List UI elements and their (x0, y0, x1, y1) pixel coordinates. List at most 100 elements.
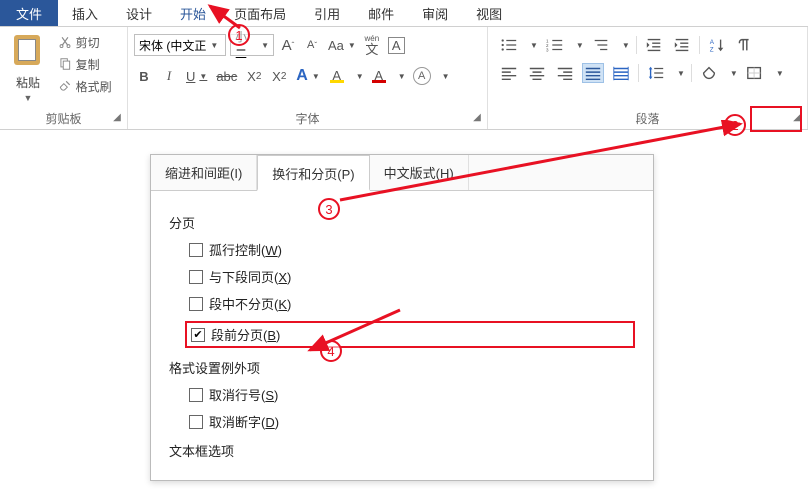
tab-home[interactable]: 开始 (166, 0, 220, 26)
copy-icon (58, 57, 72, 71)
align-center-button[interactable] (526, 63, 548, 83)
checkbox-icon (189, 388, 203, 402)
tab-file[interactable]: 文件 (0, 0, 58, 26)
font-name-value: 宋体 (中文正 (139, 37, 206, 54)
grow-font-button[interactable]: Aˆ (278, 34, 298, 56)
group-clipboard: 粘贴 ▼ 剪切 复制 格式刷 剪贴板 ◢ (0, 27, 128, 129)
suppress-line-numbers-checkbox[interactable]: 取消行号(S) (189, 385, 635, 404)
font-launcher-icon[interactable]: ◢ (470, 111, 484, 125)
paragraph-group-label: 段落 (488, 110, 807, 127)
paragraph-launcher-icon[interactable]: ◢ (790, 111, 804, 125)
highlight-dropdown-icon[interactable]: ▼ (356, 72, 364, 81)
char-border-button[interactable]: A (386, 34, 407, 56)
widow-control-checkbox[interactable]: 孤行控制(W) (189, 240, 635, 259)
ribbon-tabs: 文件 插入 设计 开始 页面布局 引用 邮件 审阅 视图 (0, 0, 808, 26)
page-break-before-label: 段前分页(B) (211, 325, 280, 344)
superscript-button[interactable]: X2 (269, 65, 289, 87)
line-spacing-button[interactable] (645, 63, 667, 83)
text-effects-button[interactable]: A▼ (294, 65, 321, 87)
checkbox-icon (189, 415, 203, 429)
decrease-indent-button[interactable] (643, 35, 665, 55)
tab-references[interactable]: 引用 (300, 0, 354, 26)
tab-review[interactable]: 审阅 (408, 0, 462, 26)
tab-insert[interactable]: 插入 (58, 0, 112, 26)
keep-next-label: 与下段同页(X) (209, 267, 291, 286)
multilevel-list-button[interactable] (590, 35, 612, 55)
shrink-font-button[interactable]: Aˇ (302, 34, 322, 56)
borders-button[interactable] (744, 63, 766, 83)
underline-button[interactable]: U▼ (184, 65, 209, 87)
svg-text:A: A (710, 39, 715, 46)
borders-dropdown-icon[interactable]: ▼ (776, 69, 784, 78)
font-size-combo[interactable]: 小二▼ (230, 34, 274, 56)
svg-text:3: 3 (546, 47, 549, 52)
phonetic-guide-button[interactable]: wén 文 (362, 34, 382, 56)
format-painter-button[interactable]: 格式刷 (58, 75, 112, 97)
section-pagination-label: 分页 (169, 213, 635, 232)
section-textbox-label: 文本框选项 (169, 441, 635, 460)
ribbon: 粘贴 ▼ 剪切 复制 格式刷 剪贴板 ◢ 宋体 (中文正▼ (0, 26, 808, 130)
increase-indent-button[interactable] (671, 35, 693, 55)
checkbox-icon (189, 297, 203, 311)
font-name-combo[interactable]: 宋体 (中文正▼ (134, 34, 226, 56)
copy-button[interactable]: 复制 (58, 53, 112, 75)
highlight-button[interactable]: A (327, 65, 347, 87)
tab-view[interactable]: 视图 (462, 0, 516, 26)
checkbox-icon (189, 243, 203, 257)
subscript-button[interactable]: X2 (244, 65, 264, 87)
align-left-button[interactable] (498, 63, 520, 83)
change-case-button[interactable]: Aa▼ (326, 34, 358, 56)
align-justify-button[interactable] (582, 63, 604, 83)
checkbox-icon (189, 270, 203, 284)
clipboard-launcher-icon[interactable]: ◢ (110, 111, 124, 125)
font-color-dropdown-icon[interactable]: ▼ (398, 72, 406, 81)
bullet-dropdown-icon[interactable]: ▼ (530, 41, 538, 50)
section-exceptions-label: 格式设置例外项 (169, 358, 635, 377)
keep-with-next-checkbox[interactable]: 与下段同页(X) (189, 267, 635, 286)
line-spacing-dropdown-icon[interactable]: ▼ (677, 69, 685, 78)
copy-label: 复制 (76, 56, 100, 73)
tab-indent-spacing[interactable]: 缩进和间距(I) (151, 155, 257, 190)
enclosed-char-dropdown-icon[interactable]: ▼ (442, 72, 450, 81)
suppress-numbers-label: 取消行号(S) (209, 385, 278, 404)
sort-button[interactable]: AZ (706, 35, 728, 55)
svg-text:Z: Z (710, 46, 714, 53)
shading-dropdown-icon[interactable]: ▼ (730, 69, 738, 78)
keep-lines-together-checkbox[interactable]: 段中不分页(K) (189, 294, 635, 313)
paste-button[interactable]: 粘贴 (6, 74, 50, 91)
dialog-tabs: 缩进和间距(I) 换行和分页(P) 中文版式(H) (151, 155, 653, 191)
checkbox-checked-icon: ✔ (191, 328, 205, 342)
italic-button[interactable]: I (159, 65, 179, 87)
align-distributed-button[interactable] (610, 63, 632, 83)
cut-label: 剪切 (76, 34, 100, 51)
numbered-list-button[interactable]: 123 (544, 35, 566, 55)
group-font: 宋体 (中文正▼ 小二▼ Aˆ Aˇ Aa▼ wén 文 A B I U▼ ab… (128, 27, 488, 129)
multilevel-dropdown-icon[interactable]: ▼ (622, 41, 630, 50)
suppress-hyphenation-checkbox[interactable]: 取消断字(D) (189, 412, 635, 431)
font-group-label: 字体 (128, 110, 487, 127)
clipboard-group-label: 剪贴板 (0, 110, 127, 127)
tab-mailings[interactable]: 邮件 (354, 0, 408, 26)
bullet-list-button[interactable] (498, 35, 520, 55)
font-color-button[interactable]: A (369, 65, 389, 87)
enclosed-char-button[interactable]: A (411, 65, 433, 87)
format-painter-label: 格式刷 (76, 78, 112, 95)
paste-icon[interactable] (10, 33, 46, 69)
numbered-dropdown-icon[interactable]: ▼ (576, 41, 584, 50)
font-size-value: 小二 (235, 28, 257, 62)
show-marks-button[interactable] (734, 35, 756, 55)
strikethrough-button[interactable]: abc (214, 65, 239, 87)
page-break-before-checkbox[interactable]: ✔ 段前分页(B) (185, 321, 635, 348)
cut-button[interactable]: 剪切 (58, 31, 112, 53)
align-right-button[interactable] (554, 63, 576, 83)
tab-line-page-breaks[interactable]: 换行和分页(P) (257, 155, 369, 191)
paste-dropdown-icon[interactable]: ▼ (6, 93, 50, 103)
suppress-hyphen-label: 取消断字(D) (209, 412, 279, 431)
bold-button[interactable]: B (134, 65, 154, 87)
tab-page-layout[interactable]: 页面布局 (220, 0, 300, 26)
tab-design[interactable]: 设计 (112, 0, 166, 26)
paragraph-dialog: 缩进和间距(I) 换行和分页(P) 中文版式(H) 分页 孤行控制(W) 与下段… (150, 154, 654, 481)
brush-icon (58, 79, 72, 93)
shading-button[interactable] (698, 63, 720, 83)
tab-asian-typography[interactable]: 中文版式(H) (370, 155, 469, 190)
